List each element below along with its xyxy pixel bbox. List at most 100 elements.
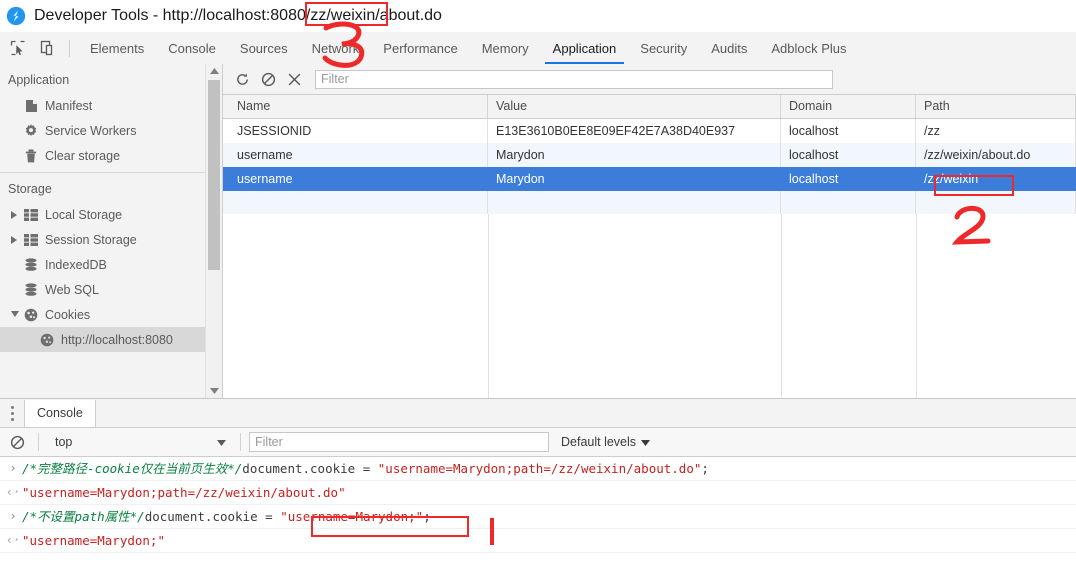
table-row[interactable]: username Marydon localhost /zz/weixin/ab… xyxy=(223,143,1076,167)
cell-path: /zz/weixin xyxy=(916,167,1076,191)
chevron-down-icon xyxy=(217,435,226,449)
cell-domain: localhost xyxy=(781,119,916,143)
scroll-down-arrow-icon[interactable] xyxy=(206,384,222,398)
tab-console[interactable]: Console xyxy=(156,33,228,64)
console-result: "username=Marydon;" xyxy=(22,533,165,548)
cookies-filter-input[interactable] xyxy=(315,69,833,89)
sidebar-item-web-sql[interactable]: Web SQL xyxy=(0,277,222,302)
sidebar-item-label: Clear storage xyxy=(45,148,121,163)
tab-audits[interactable]: Audits xyxy=(699,33,759,64)
sidebar-item-service-workers[interactable]: Service Workers xyxy=(0,118,222,143)
clear-all-cookies-icon[interactable] xyxy=(255,66,281,92)
database-icon xyxy=(22,282,40,297)
clear-console-icon[interactable] xyxy=(4,429,30,455)
log-levels-dropdown[interactable]: Default levels xyxy=(561,435,651,449)
scroll-up-arrow-icon[interactable] xyxy=(206,64,222,78)
sidebar-item-manifest[interactable]: Manifest xyxy=(0,93,222,118)
tab-performance[interactable]: Performance xyxy=(371,33,469,64)
execution-context-value: top xyxy=(55,435,73,449)
table-body: JSESSIONID E13E3610B0EE8E09EF42E7A38D40E… xyxy=(223,119,1076,215)
console-output-line: ‹· "username=Marydon;" xyxy=(0,529,1076,553)
tab-sources[interactable]: Sources xyxy=(228,33,300,64)
console-string: "username=Marydon;" xyxy=(280,509,424,524)
console-toolbar-divider xyxy=(38,433,39,451)
more-options-icon[interactable] xyxy=(0,399,24,427)
tab-elements[interactable]: Elements xyxy=(78,33,156,64)
tab-memory[interactable]: Memory xyxy=(470,33,541,64)
drawer-tab-strip: Console xyxy=(0,399,1076,428)
cell-name: username xyxy=(223,167,488,191)
sidebar-item-session-storage[interactable]: Session Storage xyxy=(0,227,222,252)
console-result: "username=Marydon;path=/zz/weixin/about.… xyxy=(22,485,346,500)
console-filter-input[interactable] xyxy=(249,432,549,452)
cell-value: Marydon xyxy=(488,143,781,167)
column-header-domain[interactable]: Domain xyxy=(781,95,916,118)
cell-path: /zz/weixin/about.do xyxy=(916,143,1076,167)
table-header-row: Name Value Domain Path xyxy=(223,95,1076,119)
tab-adblock-plus[interactable]: Adblock Plus xyxy=(759,33,858,64)
scrollbar-thumb[interactable] xyxy=(208,80,220,270)
console-output-line: ‹· "username=Marydon;path=/zz/weixin/abo… xyxy=(0,481,1076,505)
cookies-toolbar xyxy=(223,64,1076,95)
table-row[interactable] xyxy=(223,191,1076,215)
console-comment: /*不设置path属性*/ xyxy=(22,509,145,524)
table-row[interactable]: JSESSIONID E13E3610B0EE8E09EF42E7A38D40E… xyxy=(223,119,1076,143)
sidebar-item-cookie-origin[interactable]: http://localhost:8080 xyxy=(0,327,222,352)
page-title: Developer Tools - http://localhost:8080/… xyxy=(34,7,442,24)
device-toolbar-icon[interactable] xyxy=(36,36,60,60)
database-icon xyxy=(22,257,40,272)
sidebar-item-label: Web SQL xyxy=(45,282,99,297)
application-sidebar: Application Manifest Service Workers Cle… xyxy=(0,64,223,398)
cell-value: E13E3610B0EE8E09EF42E7A38D40E937 xyxy=(488,119,781,143)
delete-cookie-icon[interactable] xyxy=(281,66,307,92)
drawer-tab-console[interactable]: Console xyxy=(24,399,96,427)
chevron-right-icon[interactable] xyxy=(9,235,20,244)
cell-domain xyxy=(781,191,916,215)
log-levels-label: Default levels xyxy=(561,435,637,449)
console-toolbar-divider xyxy=(240,433,241,451)
column-header-value[interactable]: Value xyxy=(488,95,781,118)
console-comment: /*完整路径-cookie仅在当前页生效*/ xyxy=(22,461,243,476)
cell-name: username xyxy=(223,143,488,167)
sidebar-item-cookies[interactable]: Cookies xyxy=(0,302,222,327)
column-header-path[interactable]: Path xyxy=(916,95,1076,118)
table-icon xyxy=(22,208,40,221)
sidebar-item-clear-storage[interactable]: Clear storage xyxy=(0,143,222,168)
tab-application[interactable]: Application xyxy=(541,33,629,64)
console-input-line[interactable]: › /*不设置path属性*/document.cookie = "userna… xyxy=(0,505,1076,529)
cell-path: /zz xyxy=(916,119,1076,143)
sidebar-item-label: http://localhost:8080 xyxy=(61,332,173,347)
execution-context-select[interactable]: top xyxy=(47,432,232,452)
console-drawer: Console top Default levels xyxy=(0,398,1076,566)
console-input-line[interactable]: › /*完整路径-cookie仅在当前页生效*/document.cookie … xyxy=(0,457,1076,481)
cookies-table: Name Value Domain Path JSESSIONID E13E36… xyxy=(223,95,1076,398)
inspect-element-icon[interactable] xyxy=(6,36,30,60)
cell-path xyxy=(916,191,1076,215)
sidebar-item-indexeddb[interactable]: IndexedDB xyxy=(0,252,222,277)
cell-domain: localhost xyxy=(781,167,916,191)
tab-security[interactable]: Security xyxy=(628,33,699,64)
sidebar-section-storage: Storage xyxy=(8,182,52,196)
cell-value: Marydon xyxy=(488,167,781,191)
console-code-tail: ; xyxy=(701,461,709,476)
console-code: document.cookie = xyxy=(242,461,378,476)
toolbar-divider xyxy=(69,39,70,57)
refresh-icon[interactable] xyxy=(229,66,255,92)
document-icon xyxy=(22,99,40,113)
console-code: document.cookie = xyxy=(144,509,281,524)
sidebar-item-label: Session Storage xyxy=(45,232,137,247)
cell-name: JSESSIONID xyxy=(223,119,488,143)
trash-icon xyxy=(22,149,40,163)
sidebar-scrollbar[interactable] xyxy=(205,64,222,398)
chevron-right-icon[interactable] xyxy=(9,210,20,219)
console-output: › /*完整路径-cookie仅在当前页生效*/document.cookie … xyxy=(0,457,1076,553)
tab-network[interactable]: Network xyxy=(300,33,372,64)
devtools-tab-strip: Elements Console Sources Network Perform… xyxy=(0,32,1076,65)
table-row-selected[interactable]: username Marydon localhost /zz/weixin xyxy=(223,167,1076,191)
cookie-icon xyxy=(22,308,40,322)
sidebar-item-label: Local Storage xyxy=(45,207,123,222)
sidebar-item-local-storage[interactable]: Local Storage xyxy=(0,202,222,227)
console-toolbar: top Default levels xyxy=(0,428,1076,457)
chevron-down-icon[interactable] xyxy=(9,311,20,318)
column-header-name[interactable]: Name xyxy=(223,95,488,118)
